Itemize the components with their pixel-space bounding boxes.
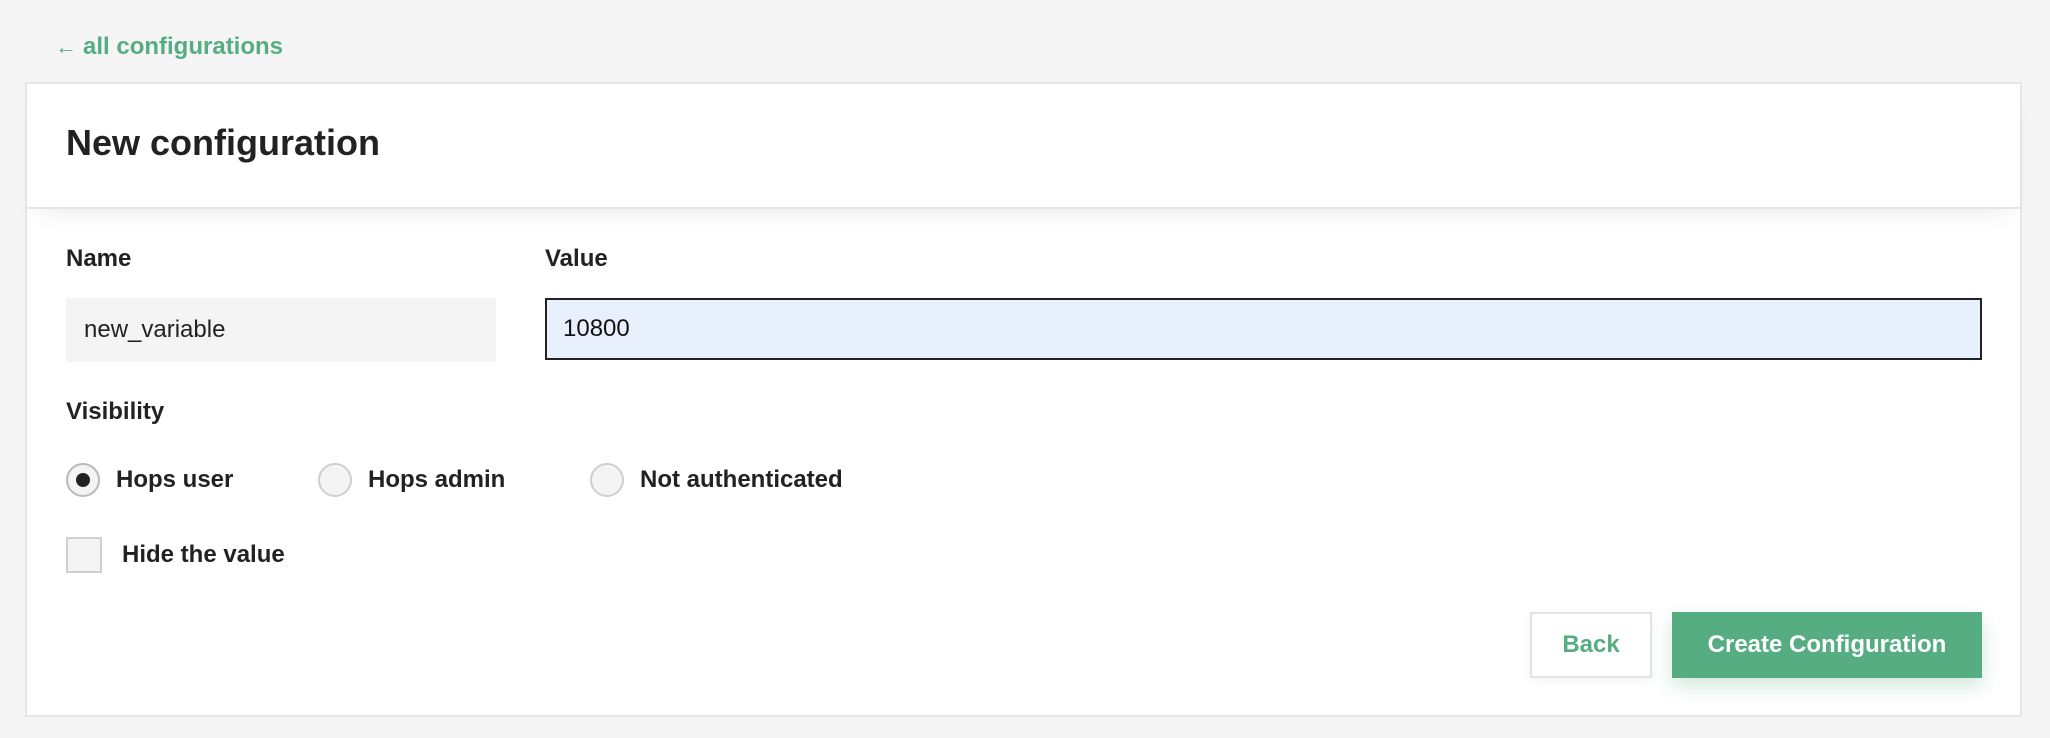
value-input[interactable] [545,298,1982,360]
name-label: Name [66,245,132,272]
radio-not-authenticated-circle[interactable] [590,463,624,497]
radio-selected-dot [76,473,90,487]
page-title: New configuration [66,122,380,163]
create-configuration-button[interactable]: Create Configuration [1672,612,1982,678]
value-label: Value [545,245,608,272]
radio-hops-admin-circle[interactable] [318,463,352,497]
all-configurations-link[interactable]: ← all configurations [55,33,283,61]
radio-hops-user-label: Hops user [116,466,234,493]
radio-not-authenticated[interactable]: Not authenticated [590,461,843,499]
all-configurations-label: all configurations [83,33,284,60]
radio-hops-user[interactable]: Hops user [66,461,233,499]
new-configuration-card: New configuration Name Value Visibility … [25,82,2022,717]
arrow-left-icon: ← [55,34,77,59]
hide-value-checkbox-row[interactable]: Hide the value [66,537,285,573]
hide-value-label: Hide the value [122,541,285,568]
back-button[interactable]: Back [1530,612,1652,678]
radio-hops-user-circle[interactable] [66,463,100,497]
visibility-label: Visibility [66,398,165,425]
hide-value-checkbox[interactable] [66,537,102,573]
card-header: New configuration [27,84,2020,209]
name-input[interactable] [66,298,496,362]
radio-hops-admin-label: Hops admin [368,466,506,493]
radio-hops-admin[interactable]: Hops admin [318,461,505,499]
radio-not-authenticated-label: Not authenticated [640,466,843,493]
